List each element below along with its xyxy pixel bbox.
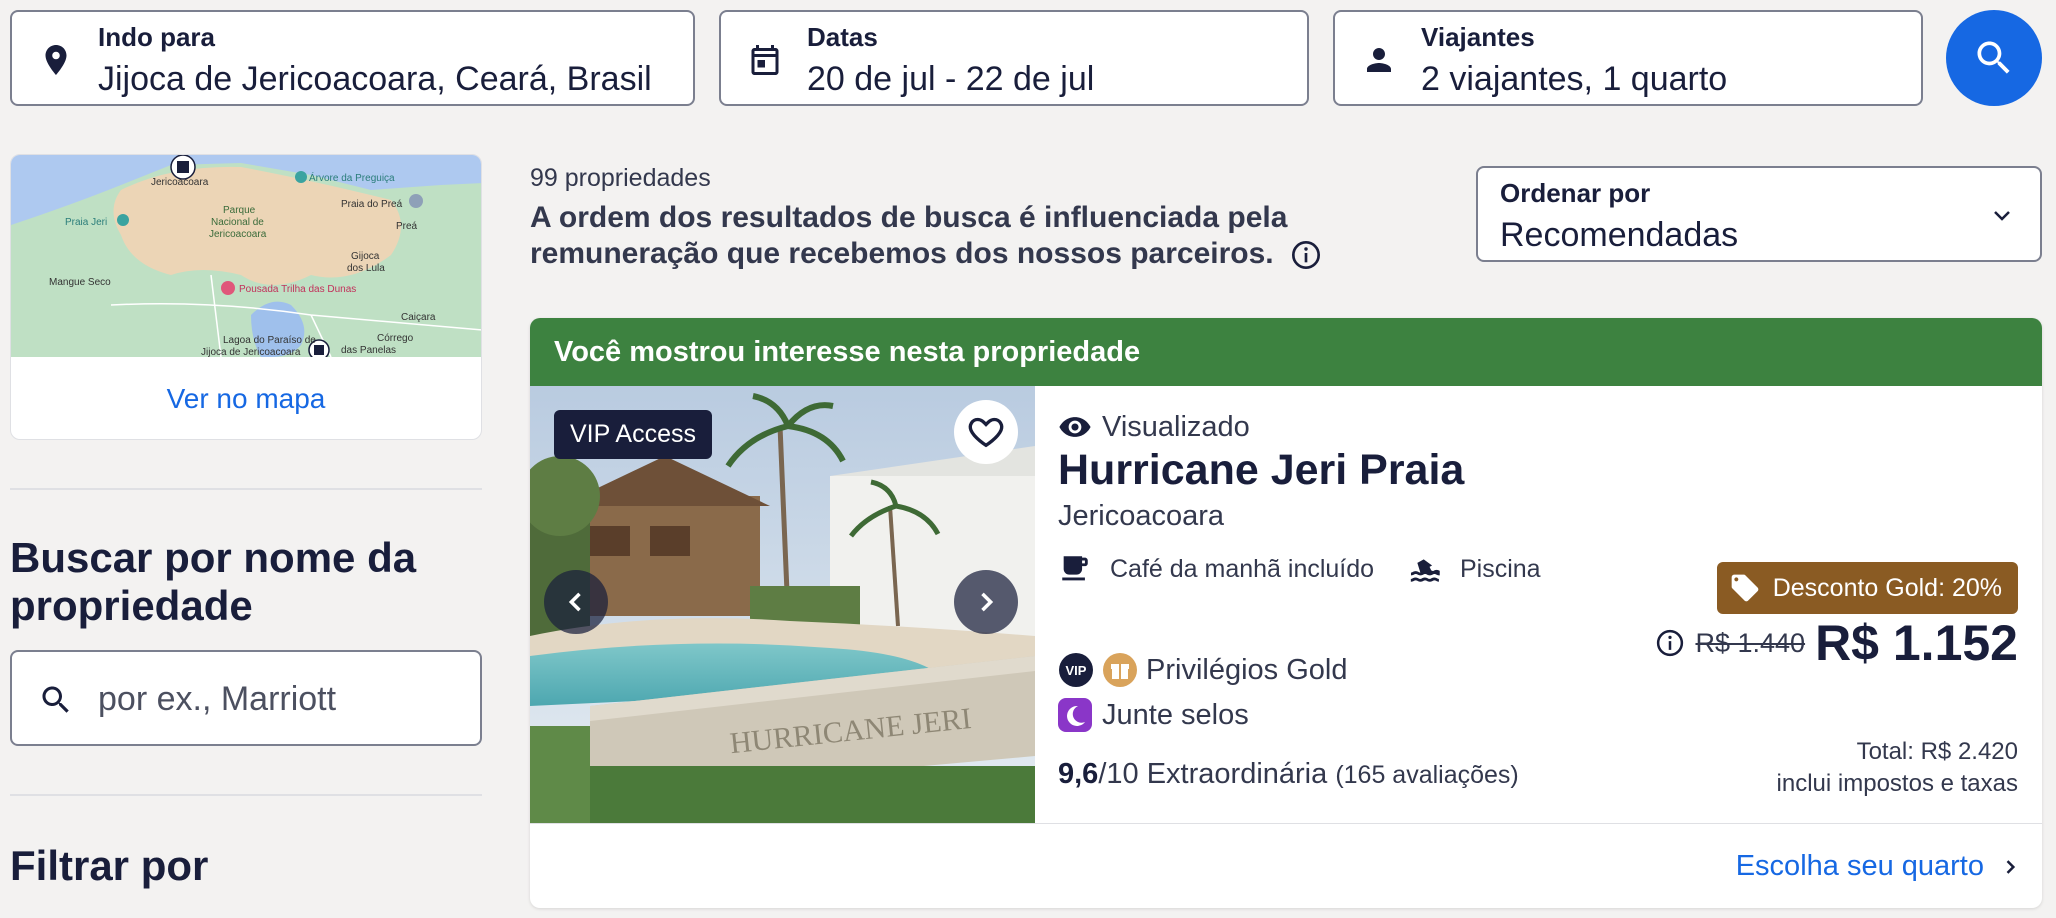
- discount-label: Desconto Gold: 20%: [1772, 573, 2002, 602]
- name-search-placeholder: por ex., Marriott: [98, 680, 337, 718]
- map-preview[interactable]: Jericoacoara Árvore da Preguiça Parque N…: [11, 155, 482, 357]
- chevron-left-icon: [568, 592, 581, 612]
- gold-privileges: VIP Privilégios Gold: [1058, 652, 1347, 688]
- map-label: Nacional de: [211, 217, 264, 228]
- gold-discount-badge: Desconto Gold: 20%: [1716, 562, 2018, 614]
- map-label: Praia Jeri: [65, 217, 107, 228]
- info-icon[interactable]: [1290, 239, 1322, 271]
- guest-rating: 9,6/10 Extraordinária (165 avaliações): [1058, 758, 1519, 791]
- favorite-button[interactable]: [954, 400, 1018, 464]
- destination-label: Indo para: [98, 22, 216, 52]
- original-price: R$ 1.440: [1695, 627, 1806, 658]
- vip-icon: VIP: [1059, 653, 1093, 687]
- heart-icon: [968, 417, 1004, 448]
- divider: [10, 794, 482, 796]
- sort-label: Ordenar por: [1500, 178, 1651, 208]
- person-icon: [1367, 48, 1391, 72]
- divider: [10, 488, 482, 490]
- chevron-right-icon: [981, 592, 994, 612]
- map-label: Preá: [396, 221, 418, 232]
- coffee-cup-icon: [1062, 556, 1088, 581]
- map-label: Córrego: [377, 333, 414, 344]
- travelers-label: Viajantes: [1421, 22, 1535, 52]
- ranking-notice-text: A ordem dos resultados de busca é influe…: [530, 201, 1288, 270]
- amenity-breakfast: Café da manhã incluído: [1058, 552, 1374, 586]
- destination-value: Jijoca de Jericoacoara, Ceará, Brasil: [98, 60, 652, 98]
- moon-stamp-icon: [1058, 698, 1092, 732]
- choose-room-link[interactable]: Escolha seu quarto: [1736, 850, 2020, 883]
- map-label: Parque: [223, 205, 256, 216]
- view-on-map-link[interactable]: Ver no mapa: [11, 357, 481, 439]
- map-label: dos Lula: [347, 263, 385, 274]
- eye-icon: [1059, 417, 1091, 437]
- current-price: R$ 1.152: [1815, 615, 2018, 671]
- map-label: Gijoca: [351, 251, 380, 262]
- chevron-right-icon: [2006, 859, 2016, 874]
- travelers-value: 2 viajantes, 1 quarto: [1421, 60, 1728, 98]
- taxes-note: inclui impostos e taxas: [1776, 770, 2018, 797]
- map-label: Jericoacoara: [209, 229, 267, 240]
- info-icon[interactable]: [1655, 628, 1685, 658]
- rating-scale: /10: [1098, 758, 1139, 790]
- review-count: (165 avaliações): [1335, 761, 1519, 789]
- name-search-heading: Buscar por nome da propriedade: [10, 534, 417, 629]
- map-label: Praia do Preá: [341, 199, 403, 210]
- search-icon: [1977, 41, 2010, 74]
- sort-value: Recomendadas: [1500, 216, 1739, 254]
- price-row: R$ 1.440 R$ 1.152: [1655, 614, 2018, 672]
- tag-icon: [1731, 574, 1759, 602]
- ranking-notice: A ordem dos resultados de busca é influe…: [530, 200, 1450, 272]
- next-photo-button[interactable]: [954, 570, 1018, 634]
- map-card[interactable]: Jericoacoara Árvore da Preguiça Parque N…: [10, 154, 482, 440]
- property-name[interactable]: Hurricane Jeri Praia: [1058, 446, 1464, 495]
- vip-access-badge: VIP Access: [554, 410, 712, 459]
- filter-heading: Filtrar por: [10, 842, 209, 889]
- map-label: Jericoacoara: [151, 177, 209, 188]
- map-label: Árvore da Preguiça: [309, 171, 395, 184]
- calendar-icon: [751, 45, 779, 75]
- dates-field[interactable]: Datas 20 de jul - 22 de jul: [719, 10, 1309, 106]
- rating-score: 9,6: [1058, 758, 1099, 790]
- previous-photo-button[interactable]: [544, 570, 608, 634]
- amenity-pool: Piscina: [1408, 552, 1541, 586]
- property-details: Visualizado Hurricane Jeri Praia Jericoa…: [1058, 386, 2018, 824]
- chevron-down-icon: [1994, 211, 2010, 221]
- gift-icon: [1103, 653, 1137, 687]
- rating-word: Extraordinária: [1146, 758, 1328, 790]
- destination-field[interactable]: Indo para Jijoca de Jericoacoara, Ceará,…: [10, 10, 695, 106]
- search-button[interactable]: [1946, 10, 2042, 106]
- dates-value: 20 de jul - 22 de jul: [807, 60, 1095, 98]
- property-name-search-input[interactable]: por ex., Marriott: [10, 650, 482, 746]
- travelers-field[interactable]: Viajantes 2 viajantes, 1 quarto: [1333, 10, 1923, 106]
- property-photo[interactable]: HURRICANE JERI VIP Access: [530, 386, 1035, 824]
- privileges-label: Privilégios Gold: [1146, 653, 1348, 686]
- stamps-program: Junte selos: [1058, 698, 1249, 732]
- vip-icon-text: VIP: [1066, 663, 1087, 678]
- results-count: 99 propriedades: [530, 164, 711, 192]
- location-pin-icon: [45, 45, 67, 75]
- map-label: Jijoca de Jericoacoara: [201, 347, 301, 357]
- viewed-label: Visualizado: [1102, 410, 1250, 443]
- viewed-indicator: Visualizado: [1058, 410, 1250, 444]
- search-icon: [42, 686, 69, 713]
- property-card[interactable]: Você mostrou interesse nesta propriedade: [530, 318, 2042, 908]
- interest-banner: Você mostrou interesse nesta propriedade: [530, 318, 2042, 386]
- choose-room-label: Escolha seu quarto: [1735, 850, 1984, 882]
- map-label: Mangue Seco: [49, 277, 111, 288]
- map-label: das Panelas: [341, 345, 396, 356]
- map-label: Lagoa do Paraíso de: [223, 335, 316, 346]
- amenity-label: Piscina: [1460, 554, 1541, 583]
- sort-dropdown[interactable]: Ordenar por Recomendadas: [1476, 166, 2042, 262]
- property-location: Jericoacoara: [1058, 500, 1225, 532]
- map-label: Caiçara: [401, 312, 436, 323]
- total-price: Total: R$ 2.420: [1856, 738, 2018, 765]
- stamps-label: Junte selos: [1102, 698, 1249, 731]
- map-label: Pousada Trilha das Dunas: [239, 284, 356, 295]
- dates-label: Datas: [807, 22, 878, 52]
- card-footer: Escolha seu quarto: [530, 823, 2042, 908]
- amenity-label: Café da manhã incluído: [1110, 554, 1375, 583]
- pool-icon: [1410, 559, 1440, 582]
